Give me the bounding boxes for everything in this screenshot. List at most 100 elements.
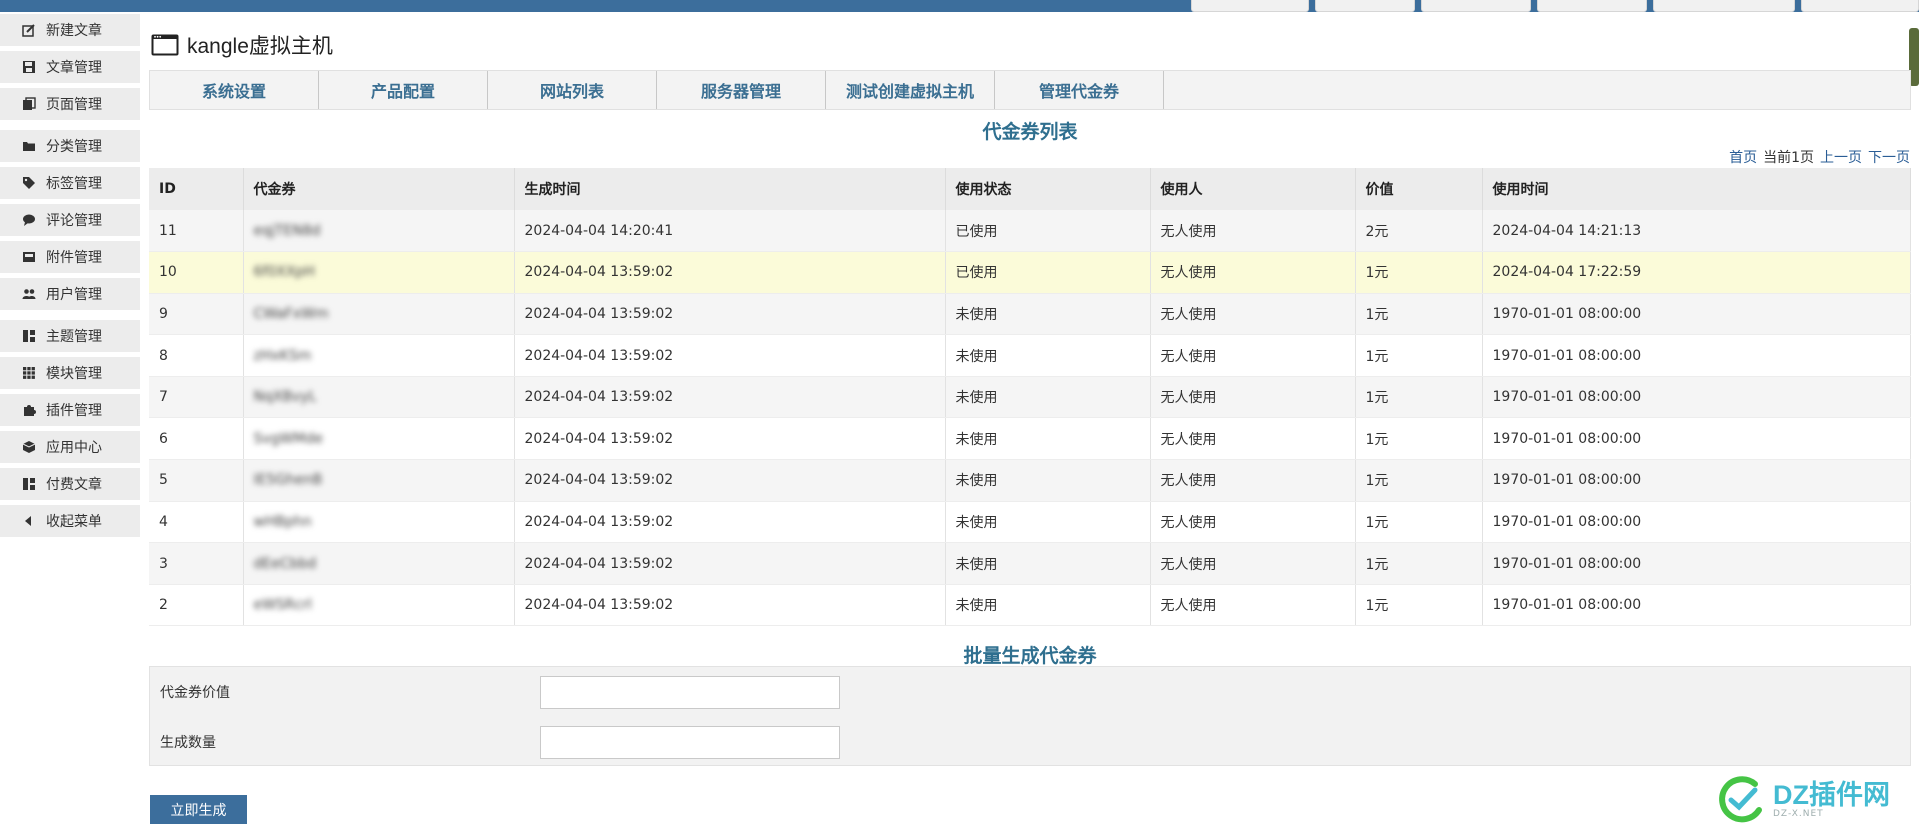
cell-value: 1元	[1355, 334, 1483, 377]
top-nav-tab[interactable]	[1801, 0, 1919, 12]
sidebar-item-collapse-menu[interactable]: 收起菜单	[0, 505, 140, 537]
box-icon	[22, 440, 36, 454]
cell-value: 1元	[1355, 501, 1483, 544]
cell-created-time: 2024-04-04 13:59:02	[514, 376, 946, 419]
coupon-code: eqjTEN8d	[253, 222, 321, 239]
sidebar-item-category-manage[interactable]: 分类管理	[0, 130, 140, 162]
cell-coupon-code: SvgWMde	[243, 417, 515, 461]
cell-created-time: 2024-04-04 13:59:02	[514, 334, 946, 377]
batch-generate-form: 代金券价值 生成数量	[149, 666, 1911, 766]
cell-status: 未使用	[945, 293, 1151, 336]
cell-id: 2	[149, 584, 244, 627]
pager-next-link[interactable]: 下一页	[1868, 147, 1910, 167]
cell-value: 1元	[1355, 251, 1483, 294]
cell-coupon-code: zHxKSm	[243, 334, 515, 377]
coupon-code: wHBphn	[253, 513, 312, 530]
sidebar-item-page-manage[interactable]: 页面管理	[0, 88, 140, 120]
generate-count-input[interactable]	[540, 725, 840, 759]
sidebar-item-paid-articles[interactable]: 付费文章	[0, 468, 140, 500]
cell-coupon-code: 6f0XXpH	[243, 251, 515, 294]
form-row-value: 代金券价值	[150, 667, 1910, 717]
tab-test-create-host[interactable]: 测试创建虚拟主机	[826, 71, 995, 109]
watermark: DZ插件网 DZ-X.NET	[1715, 772, 1905, 828]
table-row: 4 wHBphn 2024-04-04 13:59:02 未使用 无人使用 1元…	[149, 501, 1911, 544]
top-nav-tab[interactable]	[1537, 0, 1647, 12]
table-row: 11 eqjTEN8d 2024-04-04 14:20:41 已使用 无人使用…	[149, 210, 1911, 253]
top-nav-tab[interactable]	[1653, 0, 1795, 12]
cell-created-time: 2024-04-04 13:59:02	[514, 459, 946, 502]
cell-value: 1元	[1355, 584, 1483, 627]
sidebar-item-label: 附件管理	[46, 250, 102, 266]
puzzle-icon	[22, 403, 36, 417]
cell-id: 3	[149, 542, 244, 585]
coupon-code: CWaFxWm	[253, 305, 329, 322]
cell-id: 9	[149, 293, 244, 336]
cell-user: 无人使用	[1150, 417, 1356, 461]
sidebar-item-label: 用户管理	[46, 287, 102, 303]
watermark-subtext: DZ-X.NET	[1773, 809, 1824, 819]
tab-system-settings[interactable]: 系统设置	[150, 71, 319, 109]
tab-product-config[interactable]: 产品配置	[319, 71, 488, 109]
cell-coupon-code: IE5GhenB	[243, 459, 515, 502]
edit-icon	[22, 23, 36, 37]
table-row: 8 zHxKSm 2024-04-04 13:59:02 未使用 无人使用 1元…	[149, 334, 1911, 377]
sidebar-item-label: 文章管理	[46, 60, 102, 76]
sidebar-item-attachment-manage[interactable]: 附件管理	[0, 241, 140, 273]
pager-prev-link[interactable]: 上一页	[1820, 147, 1862, 167]
tag-icon	[22, 176, 36, 190]
sidebar-item-label: 收起菜单	[46, 514, 102, 530]
cell-used-time: 1970-01-01 08:00:00	[1482, 542, 1911, 585]
cell-user: 无人使用	[1150, 501, 1356, 544]
sidebar-item-user-manage[interactable]: 用户管理	[0, 278, 140, 310]
sidebar-item-comment-manage[interactable]: 评论管理	[0, 204, 140, 236]
tab-server-manage[interactable]: 服务器管理	[657, 71, 826, 109]
cell-id: 11	[149, 210, 244, 253]
table-row: 2 eWSRcrl 2024-04-04 13:59:02 未使用 无人使用 1…	[149, 584, 1911, 627]
pagination: 首页 当前1页 上一页 下一页	[1729, 147, 1910, 167]
top-nav-tab[interactable]	[1191, 0, 1309, 12]
tab-website-list[interactable]: 网站列表	[488, 71, 657, 109]
sidebar-item-app-center[interactable]: 应用中心	[0, 431, 140, 463]
folder-icon	[22, 139, 36, 153]
cell-created-time: 2024-04-04 13:59:02	[514, 293, 946, 336]
cell-status: 未使用	[945, 376, 1151, 419]
table-row: 7 NqXBvyL 2024-04-04 13:59:02 未使用 无人使用 1…	[149, 376, 1911, 419]
sidebar-item-new-article[interactable]: 新建文章	[0, 14, 140, 46]
cell-value: 1元	[1355, 293, 1483, 336]
coupon-code: zHxKSm	[253, 347, 312, 364]
sidebar-item-label: 付费文章	[46, 477, 102, 493]
pages-icon	[22, 97, 36, 111]
cell-used-time: 1970-01-01 08:00:00	[1482, 459, 1911, 502]
tab-manage-coupons[interactable]: 管理代金券	[995, 71, 1164, 109]
pager-first-link[interactable]: 首页	[1729, 147, 1757, 167]
sidebar-item-theme-manage[interactable]: 主题管理	[0, 320, 140, 352]
layout-icon	[22, 329, 36, 343]
top-nav-tab[interactable]	[1421, 0, 1531, 12]
generate-count-label: 生成数量	[160, 735, 216, 751]
generate-now-button[interactable]: 立即生成	[150, 795, 247, 824]
coupon-code: eWSRcrl	[253, 597, 312, 614]
cell-coupon-code: eqjTEN8d	[243, 210, 515, 253]
sidebar-item-article-manage[interactable]: 文章管理	[0, 51, 140, 83]
top-nav-tab[interactable]	[1315, 0, 1415, 12]
sidebar-item-label: 标签管理	[46, 176, 102, 192]
sidebar-item-tag-manage[interactable]: 标签管理	[0, 167, 140, 199]
cell-id: 7	[149, 376, 244, 419]
cell-value: 2元	[1355, 210, 1483, 253]
coupon-value-input[interactable]	[540, 675, 840, 709]
cell-coupon-code: wHBphn	[243, 501, 515, 544]
form-row-count: 生成数量	[150, 717, 1910, 767]
column-header: 使用时间	[1482, 168, 1911, 210]
table-header-row: ID 代金券 生成时间 使用状态 使用人 价值 使用时间	[149, 168, 1911, 210]
sidebar-item-plugin-manage[interactable]: 插件管理	[0, 394, 140, 426]
sidebar-item-module-manage[interactable]: 模块管理	[0, 357, 140, 389]
table-row: 5 IE5GhenB 2024-04-04 13:59:02 未使用 无人使用 …	[149, 459, 1911, 502]
table-row: 3 dEeCbbd 2024-04-04 13:59:02 未使用 无人使用 1…	[149, 542, 1911, 585]
caret-left-icon	[22, 514, 36, 528]
cell-created-time: 2024-04-04 13:59:02	[514, 542, 946, 585]
cell-value: 1元	[1355, 376, 1483, 419]
cell-value: 1元	[1355, 417, 1483, 461]
cell-status: 未使用	[945, 334, 1151, 377]
cell-id: 6	[149, 417, 244, 461]
window-icon	[151, 34, 179, 56]
